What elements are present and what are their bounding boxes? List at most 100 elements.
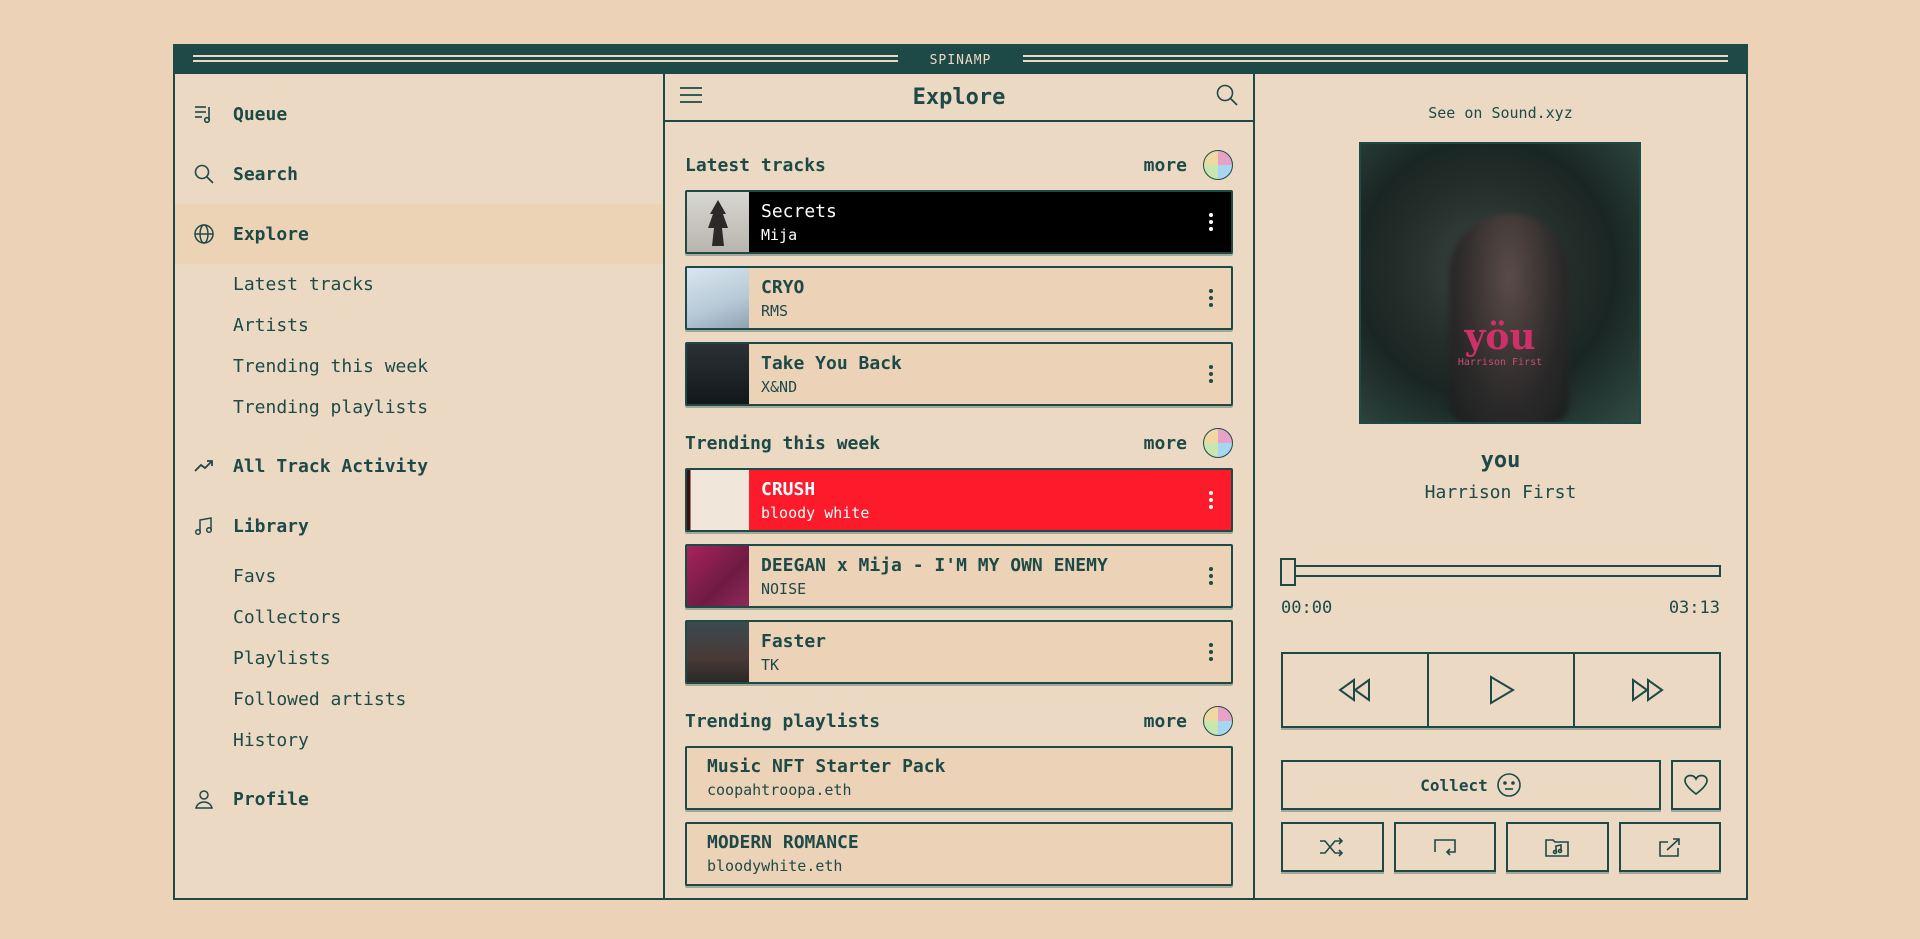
track-artist: bloody white	[761, 503, 870, 522]
track-row[interactable]: Take You Back X&ND	[685, 342, 1233, 406]
playlist-row[interactable]: Music NFT Starter Pack coopahtroopa.eth	[685, 746, 1233, 810]
submenu-collectors[interactable]: Collectors	[233, 597, 663, 638]
playlist-row[interactable]: MODERN ROMANCE bloodywhite.eth	[685, 822, 1233, 886]
submenu-artists[interactable]: Artists	[233, 305, 663, 346]
more-options-icon[interactable]	[1191, 213, 1231, 231]
repeat-button[interactable]	[1393, 822, 1496, 872]
sidebar-item-label: All Track Activity	[233, 455, 429, 477]
rewind-icon	[1338, 678, 1370, 702]
playlist-title: Music NFT Starter Pack	[707, 756, 946, 777]
disc-icon	[1203, 428, 1233, 458]
search-icon	[193, 163, 215, 185]
cover-subtext: Harrison First	[1457, 357, 1543, 368]
cover-text: yöu	[1464, 316, 1536, 358]
submenu-favs[interactable]: Favs	[233, 556, 663, 597]
track-row[interactable]: DEEGAN x Mija - I'M MY OWN ENEMY NOISE	[685, 544, 1233, 608]
section-title: Latest tracks	[685, 154, 826, 176]
see-on-link[interactable]: See on Sound.xyz	[1255, 104, 1746, 122]
submenu-trending-week[interactable]: Trending this week	[233, 346, 663, 387]
more-button[interactable]: more	[1144, 150, 1233, 180]
sidebar-item-label: Search	[233, 163, 299, 185]
section-latest-tracks: Latest tracks more	[685, 140, 1233, 190]
share-icon	[1658, 838, 1680, 857]
more-label: more	[1143, 710, 1187, 732]
sidebar-item-queue[interactable]: Queue	[175, 84, 663, 144]
sidebar-item-search[interactable]: Search	[175, 144, 663, 204]
sidebar-item-library[interactable]: Library	[175, 496, 663, 556]
menu-icon[interactable]	[679, 85, 703, 109]
total-time: 03:13	[1668, 598, 1720, 618]
section-title: Trending playlists	[685, 710, 881, 732]
sidebar: Queue Search Explore Latest tracks Artis…	[175, 74, 665, 898]
section-title: Trending this week	[685, 432, 881, 454]
playlist-owner: coopahtroopa.eth	[707, 781, 852, 799]
track-thumbnail	[687, 470, 749, 530]
track-title: Secrets	[761, 200, 837, 222]
globe-icon	[193, 223, 215, 245]
song-artist: Harrison First	[1424, 482, 1577, 503]
fast-forward-button[interactable]	[1573, 654, 1719, 726]
playlist-title: MODERN ROMANCE	[707, 832, 859, 853]
submenu-playlists[interactable]: Playlists	[233, 638, 663, 679]
submenu-history[interactable]: History	[233, 720, 663, 761]
repeat-icon	[1433, 839, 1456, 856]
progress-knob[interactable]	[1280, 558, 1296, 586]
disc-icon	[1203, 706, 1233, 736]
submenu-latest-tracks[interactable]: Latest tracks	[233, 264, 663, 305]
disc-icon	[1203, 150, 1233, 180]
track-artist: TK	[761, 655, 780, 674]
more-options-icon[interactable]	[1191, 289, 1231, 307]
track-row[interactable]: Secrets Mija	[685, 190, 1233, 254]
title-rule-right	[1023, 55, 1728, 62]
track-artist: Mija	[761, 225, 798, 244]
folder-music-icon	[1545, 839, 1570, 857]
favorite-button[interactable]	[1671, 760, 1721, 810]
track-thumbnail	[687, 344, 749, 404]
submenu-followed-artists[interactable]: Followed artists	[233, 679, 663, 720]
track-title: CRYO	[761, 276, 805, 298]
app-title: SPINAMP	[919, 52, 1002, 68]
submenu-trending-playlists[interactable]: Trending playlists	[233, 387, 663, 428]
current-time: 00:00	[1281, 598, 1333, 618]
shuffle-button[interactable]	[1281, 822, 1384, 872]
track-row-active[interactable]: CRUSH bloody white	[685, 468, 1233, 532]
player-pane: See on Sound.xyz yöu Harrison First you …	[1255, 74, 1746, 898]
add-to-playlist-button[interactable]	[1506, 822, 1609, 872]
page-title: Explore	[912, 84, 1006, 110]
sidebar-item-label: Queue	[233, 103, 288, 125]
sidebar-item-label: Library	[233, 515, 309, 537]
play-button[interactable]	[1427, 654, 1573, 726]
track-artist: RMS	[761, 301, 789, 320]
secondary-controls	[1281, 822, 1721, 872]
rewind-button[interactable]	[1283, 654, 1427, 726]
library-submenu: Favs Collectors Playlists Followed artis…	[175, 556, 663, 761]
sidebar-item-activity[interactable]: All Track Activity	[175, 436, 663, 496]
search-icon[interactable]	[1215, 83, 1239, 111]
progress-bar[interactable]	[1281, 565, 1721, 577]
share-button[interactable]	[1618, 822, 1721, 872]
more-button[interactable]: more	[1144, 706, 1233, 736]
more-options-icon[interactable]	[1191, 491, 1231, 509]
collect-label: Collect	[1420, 775, 1488, 795]
more-options-icon[interactable]	[1191, 643, 1231, 661]
explore-header: Explore	[665, 74, 1253, 122]
sidebar-item-profile[interactable]: Profile	[175, 769, 663, 829]
track-artist: NOISE	[761, 579, 807, 598]
sidebar-item-explore[interactable]: Explore	[175, 204, 663, 264]
section-trending-week: Trending this week more	[685, 418, 1233, 468]
track-artist: X&ND	[761, 377, 798, 396]
trending-icon	[193, 455, 215, 477]
collect-button[interactable]: Collect	[1281, 760, 1661, 810]
music-note-icon	[193, 515, 215, 537]
track-title: Take You Back	[761, 352, 902, 374]
more-button[interactable]: more	[1144, 428, 1233, 458]
title-bar: SPINAMP	[175, 46, 1746, 74]
more-options-icon[interactable]	[1191, 567, 1231, 585]
track-title: Faster	[761, 630, 827, 652]
title-rule-left	[193, 55, 898, 62]
more-options-icon[interactable]	[1191, 365, 1231, 383]
track-row[interactable]: Faster TK	[685, 620, 1233, 684]
sidebar-item-label: Explore	[233, 223, 309, 245]
explore-submenu: Latest tracks Artists Trending this week…	[175, 264, 663, 428]
track-row[interactable]: CRYO RMS	[685, 266, 1233, 330]
